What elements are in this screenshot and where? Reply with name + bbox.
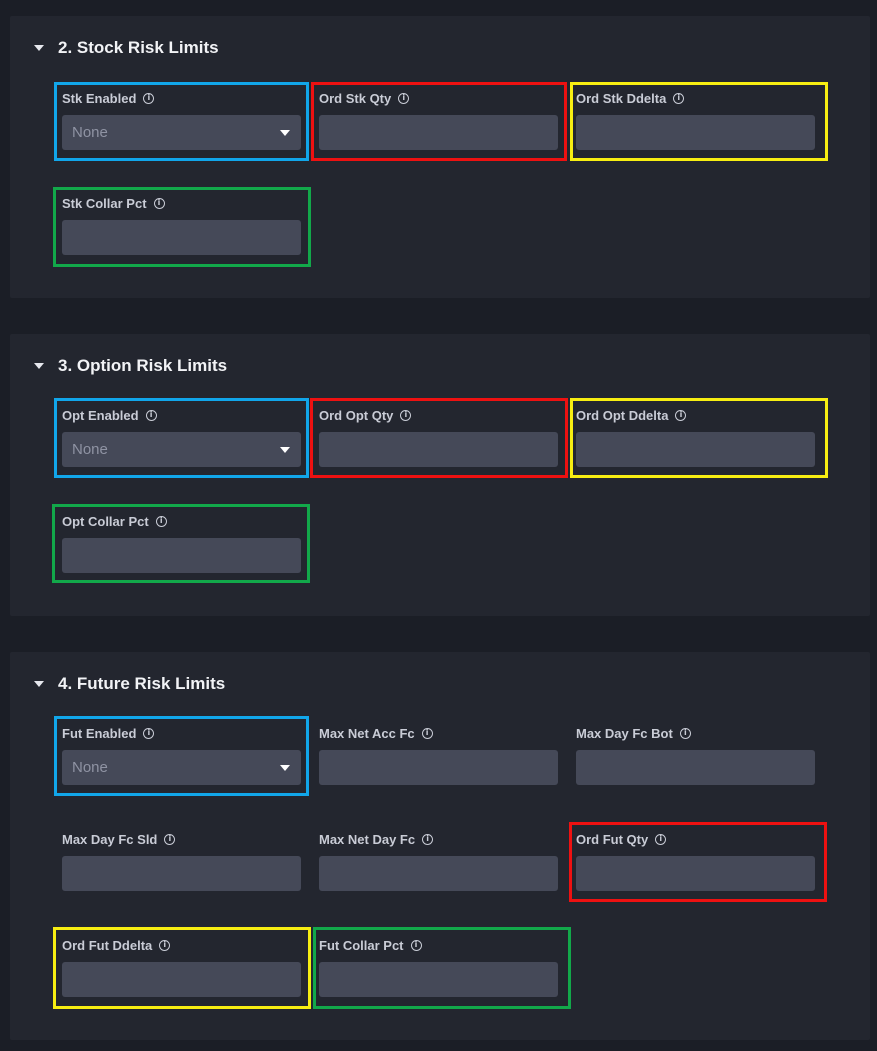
section-header-stock[interactable]: 2. Stock Risk Limits — [34, 38, 219, 58]
field-ord-stk-ddelta: Ord Stk Ddelta i — [576, 89, 815, 150]
stk-enabled-select[interactable]: None — [62, 115, 301, 150]
fut-collar-pct-input[interactable] — [319, 962, 558, 997]
field-ord-stk-qty: Ord Stk Qty i — [319, 89, 558, 150]
stk-collar-pct-input[interactable] — [62, 220, 301, 255]
ord-stk-ddelta-input[interactable] — [576, 115, 815, 150]
field-ord-fut-ddelta: Ord Fut Ddelta i — [62, 936, 301, 997]
section-header-option[interactable]: 3. Option Risk Limits — [34, 356, 227, 376]
ord-fut-ddelta-input[interactable] — [62, 962, 301, 997]
field-max-day-fc-bot: Max Day Fc Bot i — [576, 724, 815, 785]
field-max-net-acc-fc: Max Net Acc Fc i — [319, 724, 558, 785]
select-value: None — [72, 441, 108, 458]
field-stk-collar-pct: Stk Collar Pct i — [62, 194, 301, 255]
field-fut-collar-pct: Fut Collar Pct i — [319, 936, 558, 997]
field-ord-opt-ddelta: Ord Opt Ddelta i — [576, 406, 815, 467]
ord-fut-qty-input[interactable] — [576, 856, 815, 891]
info-icon[interactable]: i — [679, 727, 691, 739]
field-label: Stk Collar Pct — [62, 195, 147, 211]
opt-collar-pct-input[interactable] — [62, 538, 301, 573]
ord-stk-qty-input[interactable] — [319, 115, 558, 150]
section-title: 2. Stock Risk Limits — [58, 38, 219, 57]
field-ord-fut-qty: Ord Fut Qty i — [576, 830, 815, 891]
field-label: Max Net Acc Fc — [319, 725, 415, 741]
field-label: Opt Enabled — [62, 407, 139, 423]
fut-enabled-select[interactable]: None — [62, 750, 301, 785]
field-label: Max Day Fc Sld — [62, 831, 158, 847]
select-value: None — [72, 759, 108, 776]
collapse-caret-icon[interactable] — [34, 45, 44, 51]
field-fut-enabled: Fut Enabled i None — [62, 724, 301, 785]
collapse-caret-icon[interactable] — [34, 681, 44, 687]
max-day-fc-sld-input[interactable] — [62, 856, 301, 891]
field-max-net-day-fc: Max Net Day Fc i — [319, 830, 558, 891]
section-title: 4. Future Risk Limits — [58, 674, 226, 693]
info-icon[interactable]: i — [159, 939, 171, 951]
info-icon[interactable]: i — [655, 833, 667, 845]
field-label: Stk Enabled — [62, 90, 137, 106]
info-icon[interactable]: i — [421, 727, 433, 739]
field-opt-collar-pct: Opt Collar Pct i — [62, 512, 301, 573]
section-title: 3. Option Risk Limits — [58, 356, 228, 375]
dropdown-arrow-icon[interactable] — [280, 446, 290, 453]
select-value: None — [72, 124, 108, 141]
info-icon[interactable]: i — [153, 197, 165, 209]
section-stock-risk-limits: 2. Stock Risk Limits Stk Enabled i None O… — [10, 16, 870, 298]
field-max-day-fc-sld: Max Day Fc Sld i — [62, 830, 301, 891]
collapse-caret-icon[interactable] — [34, 363, 44, 369]
section-header-future[interactable]: 4. Future Risk Limits — [34, 674, 225, 694]
field-label: Max Day Fc Bot — [576, 725, 673, 741]
dropdown-arrow-icon[interactable] — [280, 764, 290, 771]
field-label: Opt Collar Pct — [62, 513, 149, 529]
dropdown-arrow-icon[interactable] — [280, 129, 290, 136]
info-icon[interactable]: i — [143, 92, 155, 104]
field-label: Ord Fut Qty — [576, 831, 649, 847]
max-net-day-fc-input[interactable] — [319, 856, 558, 891]
field-label: Ord Stk Ddelta — [576, 90, 667, 106]
field-stk-enabled: Stk Enabled i None — [62, 89, 301, 150]
info-icon[interactable]: i — [155, 515, 167, 527]
info-icon[interactable]: i — [145, 409, 157, 421]
info-icon[interactable]: i — [673, 92, 685, 104]
ord-opt-qty-input[interactable] — [319, 432, 558, 467]
field-label: Ord Opt Ddelta — [576, 407, 669, 423]
opt-enabled-select[interactable]: None — [62, 432, 301, 467]
max-net-acc-fc-input[interactable] — [319, 750, 558, 785]
max-day-fc-bot-input[interactable] — [576, 750, 815, 785]
info-icon[interactable]: i — [164, 833, 176, 845]
field-label: Fut Enabled — [62, 725, 137, 741]
info-icon[interactable]: i — [675, 409, 687, 421]
field-label: Ord Opt Qty — [319, 407, 394, 423]
section-option-risk-limits: 3. Option Risk Limits Opt Enabled i None … — [10, 334, 870, 616]
info-icon[interactable]: i — [422, 833, 434, 845]
section-future-risk-limits: 4. Future Risk Limits Fut Enabled i None … — [10, 652, 870, 1040]
info-icon[interactable]: i — [398, 92, 410, 104]
field-label: Ord Fut Ddelta — [62, 937, 153, 953]
info-icon[interactable]: i — [410, 939, 422, 951]
field-ord-opt-qty: Ord Opt Qty i — [319, 406, 558, 467]
info-icon[interactable]: i — [400, 409, 412, 421]
field-opt-enabled: Opt Enabled i None — [62, 406, 301, 467]
field-label: Ord Stk Qty — [319, 90, 392, 106]
field-label: Fut Collar Pct — [319, 937, 404, 953]
info-icon[interactable]: i — [143, 727, 155, 739]
field-label: Max Net Day Fc — [319, 831, 416, 847]
ord-opt-ddelta-input[interactable] — [576, 432, 815, 467]
